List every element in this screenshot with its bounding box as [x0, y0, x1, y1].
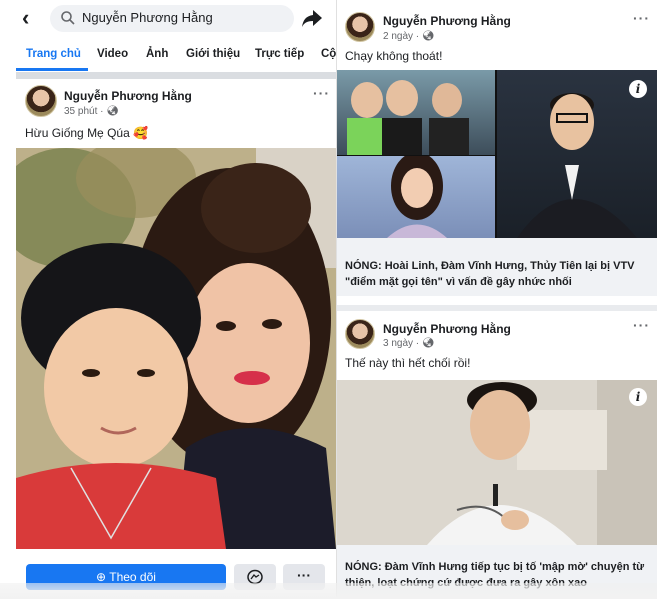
post-card: Nguyễn Phương Hằng 2 ngày · 🌏︎ ··· Chạy …: [337, 0, 657, 305]
tab-community[interactable]: Cộ: [321, 48, 336, 60]
post-time: 3 ngày ·: [383, 338, 422, 349]
globe-icon: 🌏︎: [421, 338, 435, 349]
collage-photo: [337, 70, 495, 158]
globe-icon: 🌏︎: [106, 106, 119, 117]
post-text: Thế này thì hết chối rồi!: [345, 356, 471, 370]
tab-about[interactable]: Giới thiệu: [186, 48, 240, 60]
divider: [16, 72, 336, 79]
more-icon[interactable]: ···: [633, 317, 650, 333]
link-preview[interactable]: NÓNG: Hoài Linh, Đàm Vĩnh Hưng, Thủy Tiê…: [337, 238, 657, 296]
post-author[interactable]: Nguyễn Phương Hằng: [64, 89, 192, 103]
tab-home[interactable]: Trang chủ: [26, 48, 81, 60]
left-panel: ‹ Nguyễn Phương Hằng Trang chủ Video Ảnh…: [0, 0, 336, 599]
post-meta: 35 phút · 🌏︎: [64, 106, 119, 117]
avatar[interactable]: [345, 12, 375, 42]
post-meta: 2 ngày · 🌏︎: [383, 31, 435, 42]
info-icon[interactable]: i: [629, 388, 647, 406]
post-card: Nguyễn Phương Hằng 3 ngày · 🌏︎ ··· Thế n…: [337, 305, 657, 599]
search-icon: [61, 11, 75, 25]
top-bar: ‹ Nguyễn Phương Hằng: [0, 0, 336, 38]
link-preview-image[interactable]: i: [337, 380, 657, 545]
avatar[interactable]: [25, 85, 57, 117]
back-arrow-icon[interactable]: ‹: [22, 7, 44, 29]
link-preview-image[interactable]: i: [337, 70, 657, 238]
more-icon[interactable]: ···: [313, 85, 330, 101]
post-author[interactable]: Nguyễn Phương Hằng: [383, 14, 511, 28]
more-icon[interactable]: ···: [633, 10, 650, 26]
post-text: Chạy không thoát!: [345, 49, 443, 63]
screen-bottom-edge: [0, 583, 657, 599]
follow-icon: ⊕: [96, 570, 107, 584]
tab-video[interactable]: Video: [97, 48, 128, 60]
search-query: Nguyễn Phương Hằng: [82, 10, 213, 25]
post-time: 2 ngày ·: [383, 31, 422, 42]
tab-photos[interactable]: Ảnh: [146, 48, 168, 60]
info-icon[interactable]: i: [629, 80, 647, 98]
tab-live[interactable]: Trực tiếp: [255, 48, 304, 60]
post-photo[interactable]: [16, 148, 336, 549]
share-icon[interactable]: [301, 8, 323, 28]
right-panel: Nguyễn Phương Hằng 2 ngày · 🌏︎ ··· Chạy …: [336, 0, 657, 599]
post-meta: 3 ngày · 🌏︎: [383, 338, 435, 349]
profile-tabs: Trang chủ Video Ảnh Giới thiệu Trực tiếp…: [16, 42, 336, 72]
link-title[interactable]: NÓNG: Hoài Linh, Đàm Vĩnh Hưng, Thủy Tiê…: [345, 258, 651, 290]
post-author[interactable]: Nguyễn Phương Hằng: [383, 322, 511, 336]
search-input[interactable]: Nguyễn Phương Hằng: [50, 5, 294, 32]
collage-photo: [337, 152, 495, 238]
post-time: 35 phút ·: [64, 106, 107, 117]
post-text: Hừu Giống Mẹ Qúa 🥰: [25, 126, 149, 140]
post-card: Nguyễn Phương Hằng 35 phút · 🌏︎ ··· Hừu …: [16, 79, 336, 559]
avatar[interactable]: [345, 319, 375, 349]
follow-label: Theo dõi: [109, 570, 156, 584]
selfie-image: [16, 148, 336, 549]
globe-icon: 🌏︎: [421, 31, 435, 42]
singer-photo: [337, 380, 657, 545]
active-tab-indicator: [16, 68, 88, 71]
